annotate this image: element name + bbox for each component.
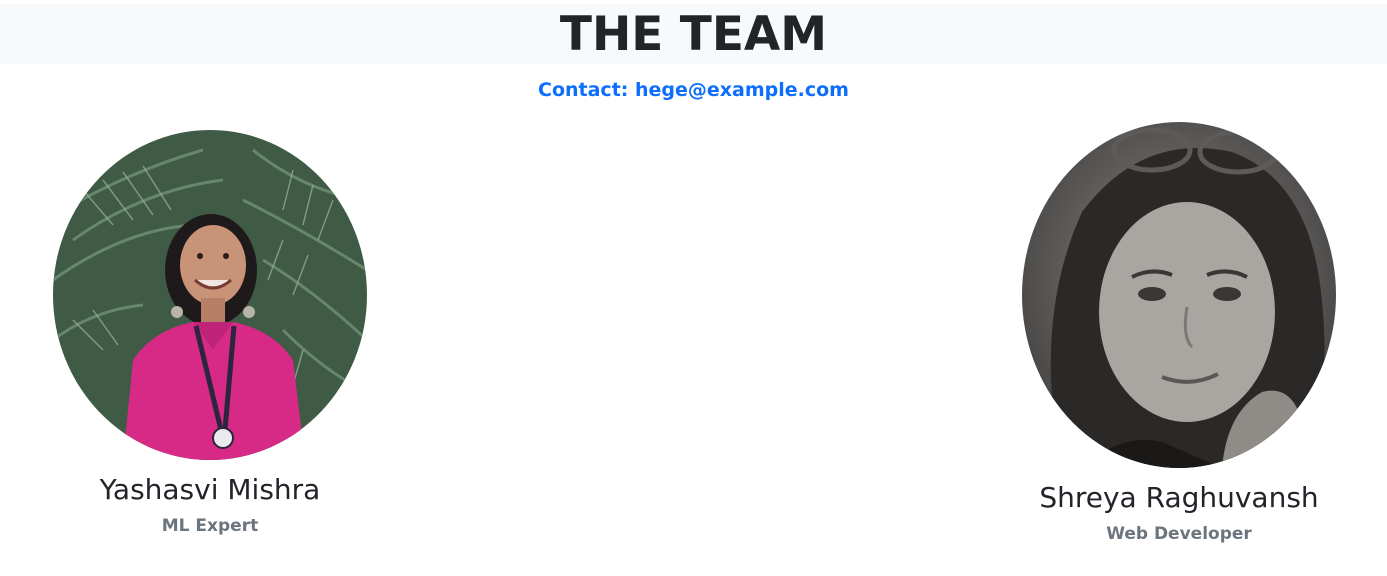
member-photo xyxy=(1022,122,1336,468)
member-role: ML Expert xyxy=(161,516,259,536)
portrait-photo-icon xyxy=(1022,122,1336,468)
page-title: THE TEAM xyxy=(559,7,828,62)
contact-link[interactable]: Contact: hege@example.com xyxy=(0,76,1387,104)
member-name: Shreya Raghuvansh xyxy=(1039,481,1319,514)
member-name: Yashasvi Mishra xyxy=(99,473,321,506)
portrait-photo-icon xyxy=(53,130,367,460)
team-member-card: Yashasvi Mishra ML Expert xyxy=(20,130,400,538)
member-photo xyxy=(53,130,367,460)
member-role: Web Developer xyxy=(1106,524,1252,544)
team-member-card: Shreya Raghuvansh Web Developer xyxy=(989,122,1369,546)
